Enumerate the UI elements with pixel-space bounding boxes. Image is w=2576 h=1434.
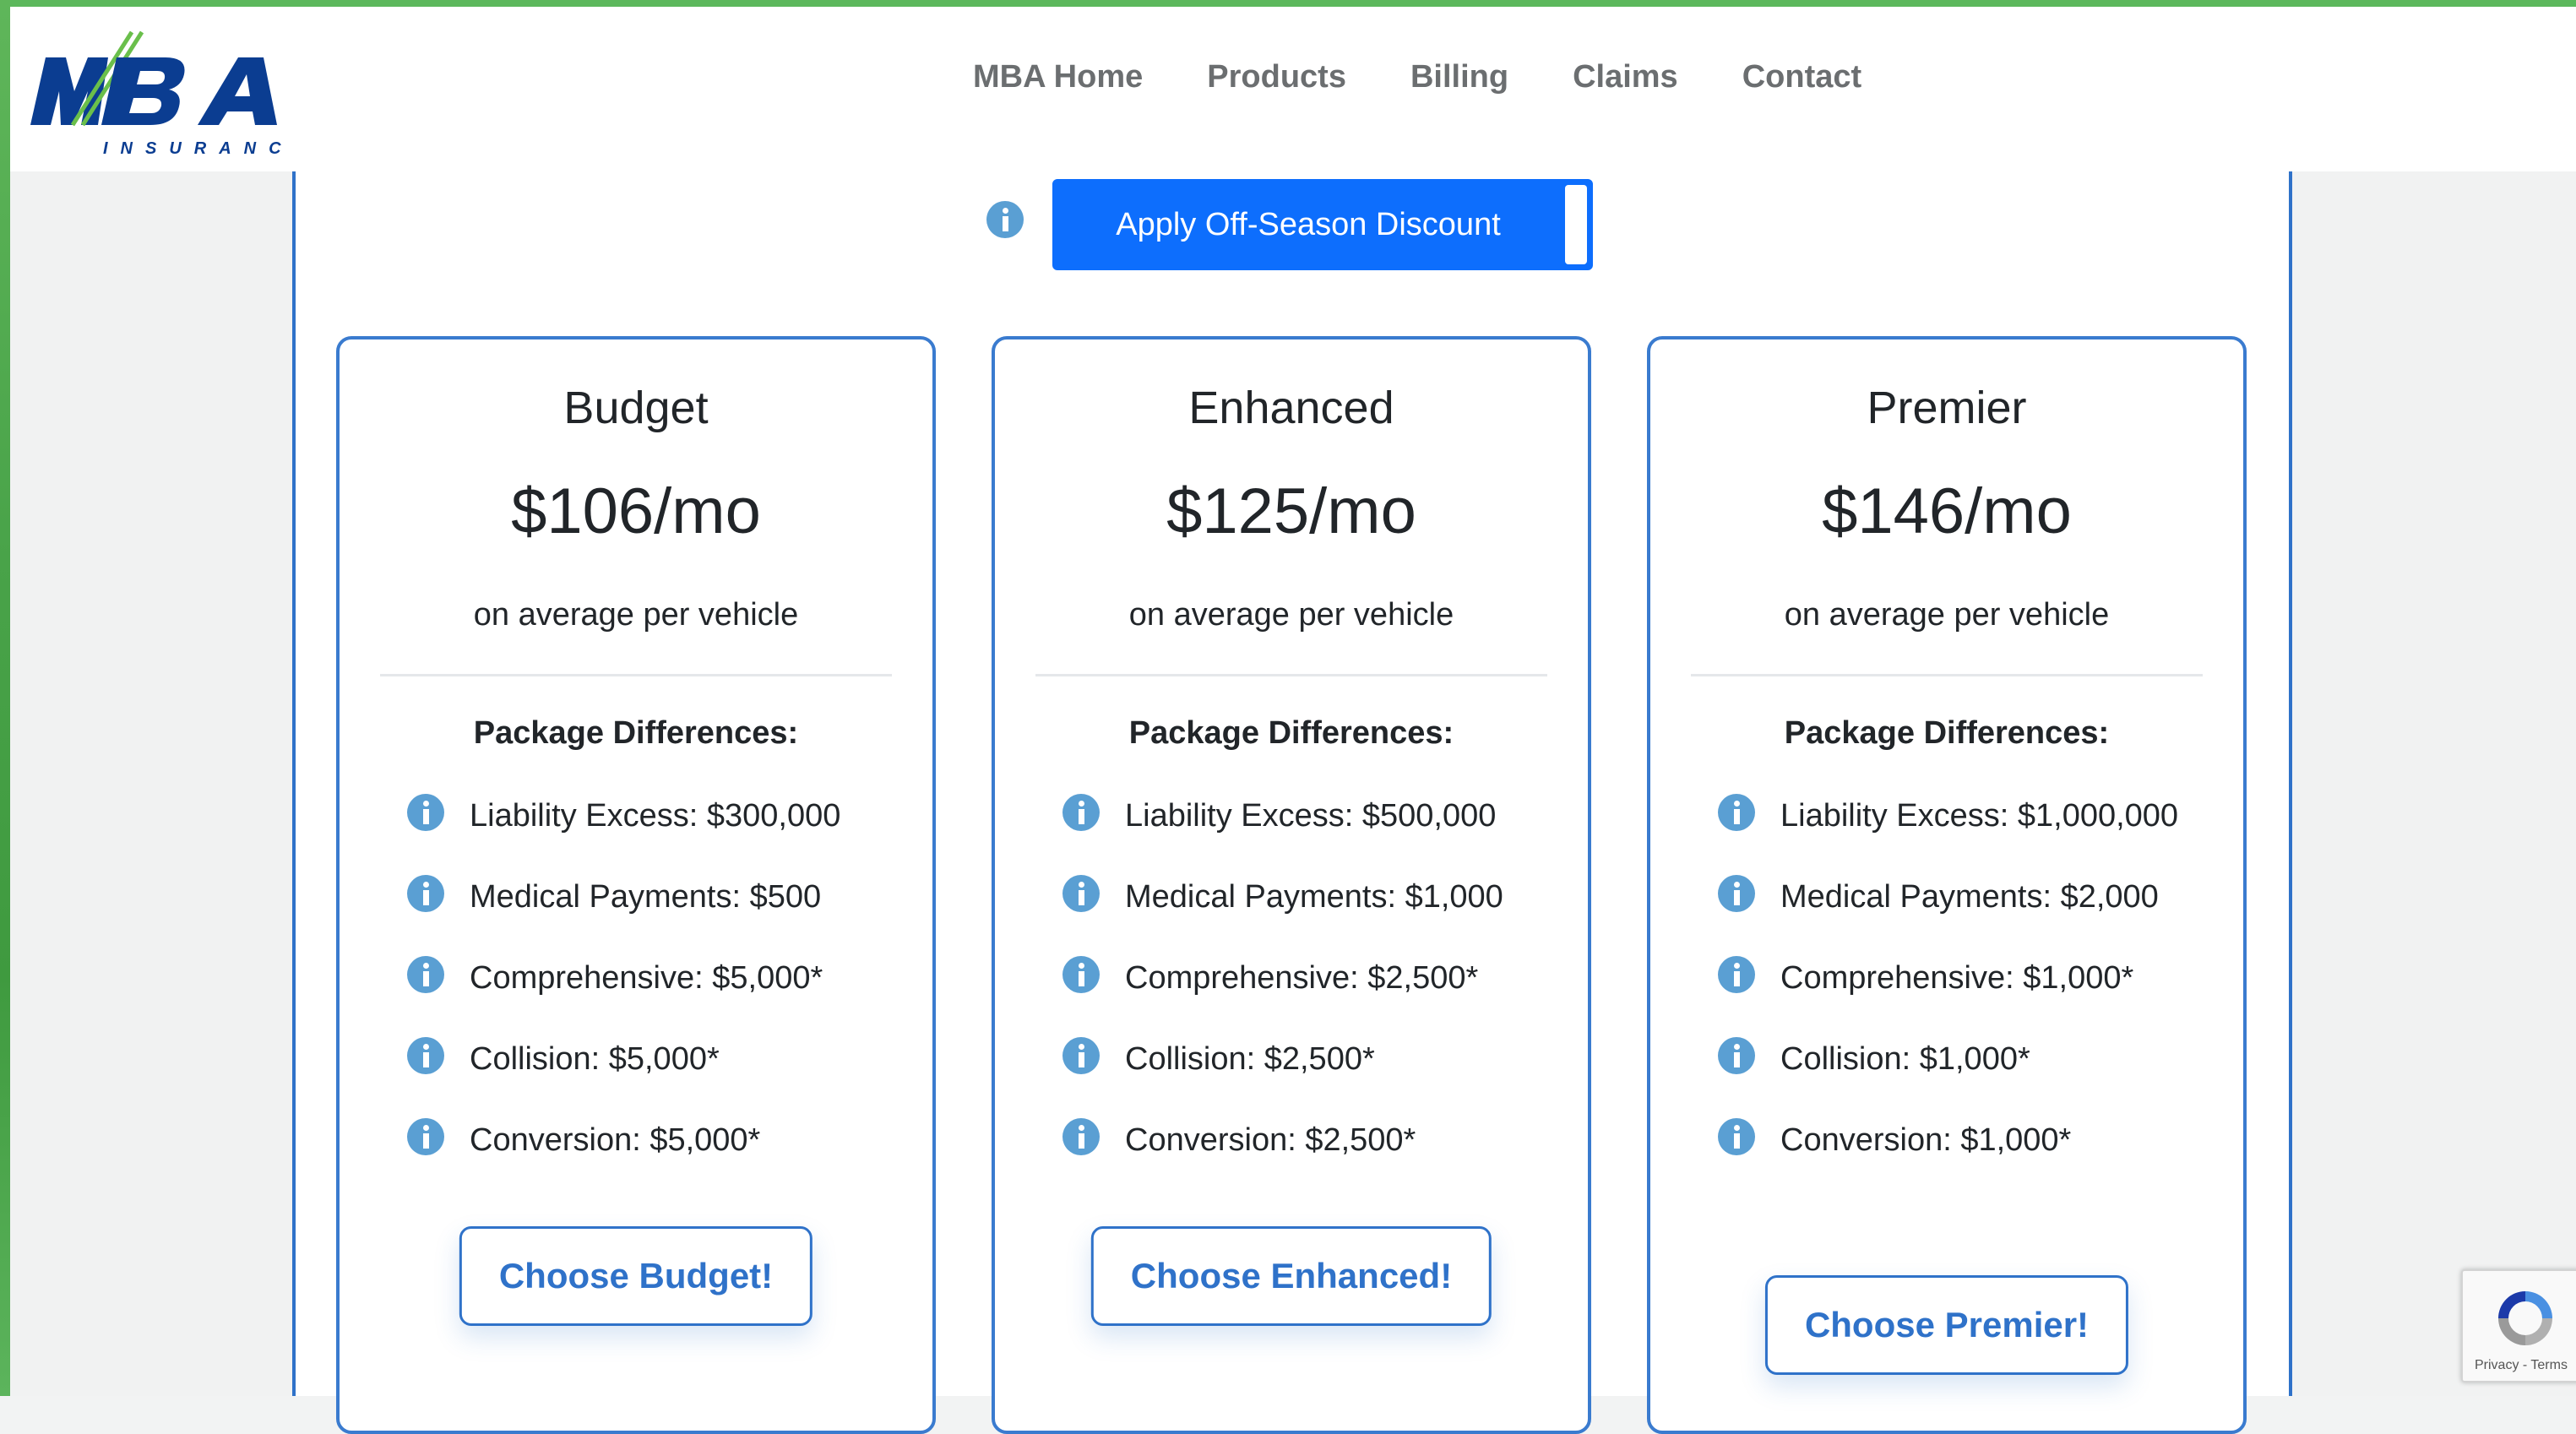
choose-enhanced-button[interactable]: Choose Enhanced! (1090, 1226, 1492, 1326)
feature-list: Liability Excess: $300,000 Medical Payme… (407, 791, 907, 1197)
choose-budget-button[interactable]: Choose Budget! (459, 1226, 813, 1326)
plan-title: Budget (563, 383, 709, 433)
apply-discount-button[interactable]: Apply Off-Season Discount (1052, 179, 1593, 270)
plan-title: Enhanced (1188, 383, 1394, 433)
plan-price: $146/mo (1822, 475, 2072, 547)
discount-toggle-handle (1565, 185, 1587, 264)
feature-text: Liability Excess: $300,000 (470, 798, 841, 834)
info-icon[interactable] (1718, 1037, 1755, 1074)
nav-mba-home[interactable]: MBA Home (973, 59, 1143, 95)
info-icon[interactable] (1062, 875, 1100, 912)
main-nav: MBA Home Products Billing Claims Contact (973, 59, 1926, 95)
feature-text: Collision: $2,500* (1125, 1041, 1375, 1077)
apply-discount-label: Apply Off-Season Discount (1116, 206, 1501, 242)
feature-item: Comprehensive: $2,500* (1062, 953, 1562, 1002)
plan-card-premier: Premier $146/mo on average per vehicle P… (1647, 336, 2247, 1434)
recaptcha-links[interactable]: Privacy - Terms (2475, 1358, 2568, 1373)
feature-item: Liability Excess: $500,000 (1062, 791, 1562, 840)
info-icon[interactable] (407, 956, 444, 993)
choose-premier-button[interactable]: Choose Premier! (1764, 1275, 2129, 1375)
left-accent-bar (0, 0, 10, 1396)
mba-insurance-logo[interactable]: INSURANCE (22, 24, 305, 159)
info-icon[interactable] (1062, 1037, 1100, 1074)
divider (380, 674, 892, 676)
info-icon[interactable] (407, 875, 444, 912)
nav-contact[interactable]: Contact (1742, 59, 1861, 95)
info-icon[interactable] (1062, 956, 1100, 993)
info-icon[interactable] (1062, 1118, 1100, 1155)
plan-card-enhanced: Enhanced $125/mo on average per vehicle … (992, 336, 1591, 1434)
plan-price: $125/mo (1166, 475, 1416, 547)
feature-item: Liability Excess: $300,000 (407, 791, 907, 840)
feature-text: Medical Payments: $500 (470, 879, 822, 915)
feature-text: Comprehensive: $2,500* (1125, 960, 1479, 996)
feature-text: Conversion: $1,000* (1780, 1122, 2072, 1158)
feature-item: Liability Excess: $1,000,000 (1655, 791, 2193, 840)
package-differences-title: Package Differences: (1128, 715, 1454, 751)
nav-products[interactable]: Products (1207, 59, 1346, 95)
plan-card-budget: Budget $106/mo on average per vehicle Pa… (336, 336, 936, 1434)
plan-price-note: on average per vehicle (1128, 597, 1454, 633)
feature-text: Conversion: $2,500* (1125, 1122, 1416, 1158)
feature-item: Medical Payments: $1,000 (1062, 872, 1562, 921)
feature-item: Collision: $5,000* (407, 1035, 907, 1084)
info-icon[interactable] (407, 1118, 444, 1155)
feature-list: Liability Excess: $500,000 Medical Payme… (1062, 791, 1562, 1197)
plan-title: Premier (1867, 383, 2027, 433)
feature-text: Collision: $5,000* (470, 1041, 720, 1077)
package-differences-title: Package Differences: (473, 715, 799, 751)
feature-item: Conversion: $5,000* (407, 1116, 907, 1165)
divider (1035, 674, 1547, 676)
feature-text: Medical Payments: $2,000 (1780, 879, 2159, 915)
feature-text: Comprehensive: $1,000* (1780, 960, 2134, 996)
nav-billing[interactable]: Billing (1410, 59, 1508, 95)
info-icon[interactable] (1718, 875, 1755, 912)
info-icon[interactable] (1718, 1118, 1755, 1155)
feature-item: Collision: $2,500* (1062, 1035, 1562, 1084)
nav-claims[interactable]: Claims (1573, 59, 1678, 95)
recaptcha-icon (2498, 1291, 2552, 1345)
plan-price: $106/mo (511, 475, 761, 547)
plan-price-note: on average per vehicle (1784, 597, 2110, 633)
feature-text: Medical Payments: $1,000 (1125, 879, 1503, 915)
feature-item: Medical Payments: $2,000 (1718, 872, 2193, 921)
feature-item: Medical Payments: $500 (407, 872, 907, 921)
info-icon[interactable] (407, 1037, 444, 1074)
plan-price-note: on average per vehicle (473, 597, 799, 633)
discount-info-icon[interactable] (986, 201, 1024, 238)
info-icon[interactable] (1718, 794, 1755, 831)
package-differences-title: Package Differences: (1784, 715, 2110, 751)
feature-text: Liability Excess: $1,000,000 (1780, 798, 2179, 834)
feature-item: Collision: $1,000* (1718, 1035, 2193, 1084)
logo-subtext: INSURANCE (103, 139, 284, 158)
feature-list: Liability Excess: $1,000,000 Medical Pay… (1718, 791, 2193, 1197)
feature-item: Conversion: $2,500* (1062, 1116, 1562, 1165)
info-icon[interactable] (407, 794, 444, 831)
feature-item: Conversion: $1,000* (1718, 1116, 2193, 1165)
feature-text: Comprehensive: $5,000* (470, 960, 823, 996)
feature-item: Comprehensive: $1,000* (1718, 953, 2193, 1002)
info-icon[interactable] (1718, 956, 1755, 993)
recaptcha-badge[interactable]: Privacy - Terms (2461, 1269, 2576, 1382)
feature-text: Liability Excess: $500,000 (1125, 798, 1497, 834)
feature-text: Conversion: $5,000* (470, 1122, 761, 1158)
divider (1691, 674, 2203, 676)
top-accent-bar (0, 0, 2576, 7)
feature-item: Comprehensive: $5,000* (407, 953, 907, 1002)
info-icon[interactable] (1062, 794, 1100, 831)
feature-text: Collision: $1,000* (1780, 1041, 2030, 1077)
site-header: INSURANCE MBA Home Products Billing Clai… (10, 7, 2576, 171)
